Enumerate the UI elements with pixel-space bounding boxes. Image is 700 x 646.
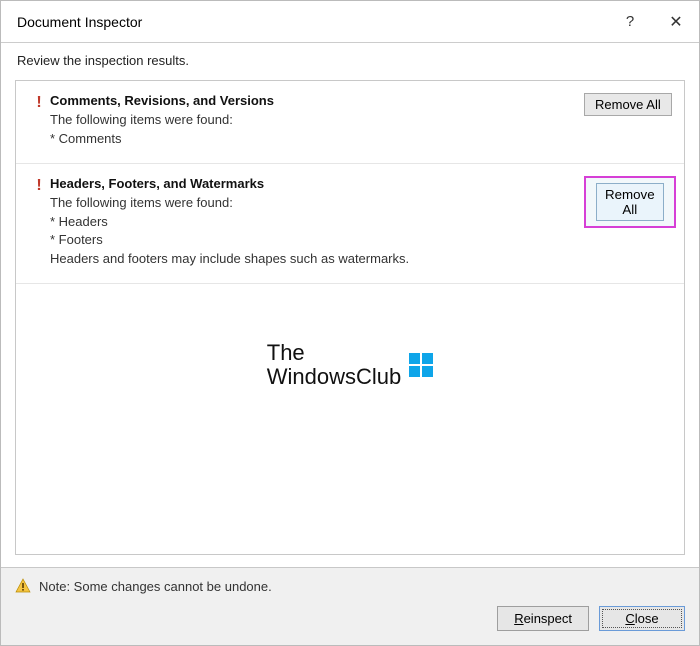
reinspect-label-tail: einspect <box>524 611 572 626</box>
subtitle-text: Review the inspection results. <box>1 43 699 80</box>
titlebar: Document Inspector ? ✕ <box>1 1 699 43</box>
alert-icon-col: ! <box>28 176 50 269</box>
remove-all-button-comments[interactable]: Remove All <box>584 93 672 116</box>
watermark-overlay: The WindowsClub <box>16 341 684 389</box>
remove-all-button-headers[interactable]: Remove All <box>596 183 664 221</box>
watermark-line2: WindowsClub <box>267 365 402 389</box>
help-button[interactable]: ? <box>607 1 653 43</box>
result-action: Remove All <box>584 93 672 149</box>
result-body: Comments, Revisions, and Versions The fo… <box>50 93 584 149</box>
titlebar-title: Document Inspector <box>17 14 607 30</box>
highlight-frame: Remove All <box>584 176 676 228</box>
result-section-headers: ! Headers, Footers, and Watermarks The f… <box>16 164 684 284</box>
result-title: Headers, Footers, and Watermarks <box>50 176 578 191</box>
result-item: * Footers <box>50 231 578 250</box>
watermark-line1: The <box>267 341 402 365</box>
close-label-tail: lose <box>635 611 659 626</box>
alert-icon: ! <box>36 95 41 149</box>
warning-icon <box>15 578 31 594</box>
results-panel: ! Comments, Revisions, and Versions The … <box>15 80 685 555</box>
result-found-text: The following items were found: <box>50 111 578 130</box>
result-item: * Headers <box>50 213 578 232</box>
close-window-button[interactable]: ✕ <box>653 1 699 43</box>
alert-icon-col: ! <box>28 93 50 149</box>
footer-button-row: Reinspect Close <box>15 606 685 631</box>
result-section-comments: ! Comments, Revisions, and Versions The … <box>16 81 684 164</box>
document-inspector-dialog: Document Inspector ? ✕ Review the inspec… <box>0 0 700 646</box>
result-item: * Comments <box>50 130 578 149</box>
result-extra-note: Headers and footers may include shapes s… <box>50 250 578 269</box>
result-found-text: The following items were found: <box>50 194 578 213</box>
help-icon: ? <box>626 13 634 30</box>
dialog-footer: Note: Some changes cannot be undone. Rei… <box>1 567 699 645</box>
reinspect-button[interactable]: Reinspect <box>497 606 589 631</box>
close-icon: ✕ <box>669 12 682 32</box>
footer-note-row: Note: Some changes cannot be undone. <box>15 578 685 594</box>
alert-icon: ! <box>36 178 41 269</box>
result-action: Remove All <box>584 176 672 269</box>
footer-note-text: Note: Some changes cannot be undone. <box>39 579 272 594</box>
result-title: Comments, Revisions, and Versions <box>50 93 578 108</box>
windows-logo-icon <box>409 353 433 377</box>
result-body: Headers, Footers, and Watermarks The fol… <box>50 176 584 269</box>
close-button[interactable]: Close <box>599 606 685 631</box>
